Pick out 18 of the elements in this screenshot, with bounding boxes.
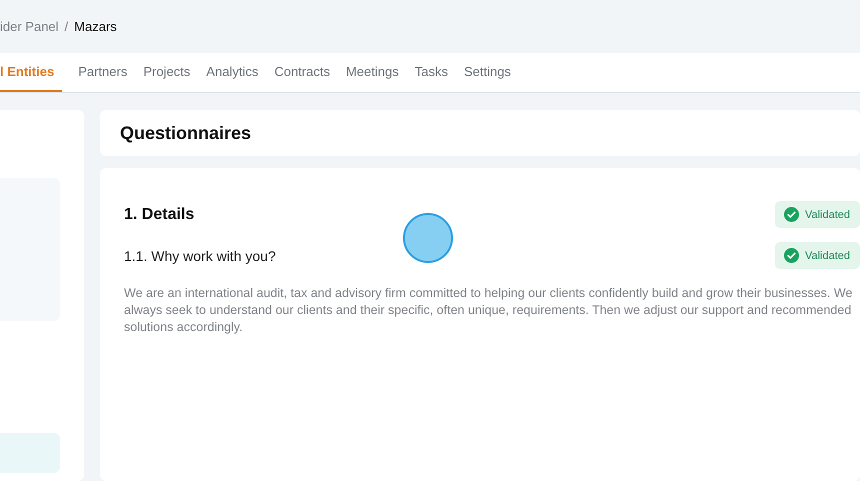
breadcrumb-separator: /: [64, 19, 68, 34]
nav-tab[interactable]: Contracts: [274, 53, 330, 92]
status-badge: Validated: [774, 242, 860, 269]
breadcrumb-link[interactable]: ider Panel: [0, 19, 59, 34]
check-icon: [784, 207, 799, 222]
nav-tab[interactable]: Partners: [78, 53, 128, 92]
section-title: 1. Details: [124, 206, 194, 224]
nav-tab[interactable]: Meetings: [346, 53, 399, 92]
nav-tab[interactable]: Settings: [464, 53, 511, 92]
page-title: Questionnaires: [120, 122, 252, 144]
status-badge: Validated: [774, 201, 860, 228]
question-title: 1.1. Why work with you?: [124, 248, 276, 264]
nav-tab[interactable]: Analytics: [206, 53, 258, 92]
answer-text: We are an international audit, tax and advisory firm committed to helping our clients confidently build and grow their businesses. We always seek to understand our clients and their specific, often unique, requirements. Then we adjust our support and recommended solutions accordingly.: [124, 285, 854, 336]
check-icon: [784, 248, 799, 263]
nav-tab[interactable]: Tasks: [414, 53, 448, 92]
nav-tab[interactable]: l Entities: [0, 53, 62, 92]
nav-tab[interactable]: Projects: [143, 53, 190, 92]
